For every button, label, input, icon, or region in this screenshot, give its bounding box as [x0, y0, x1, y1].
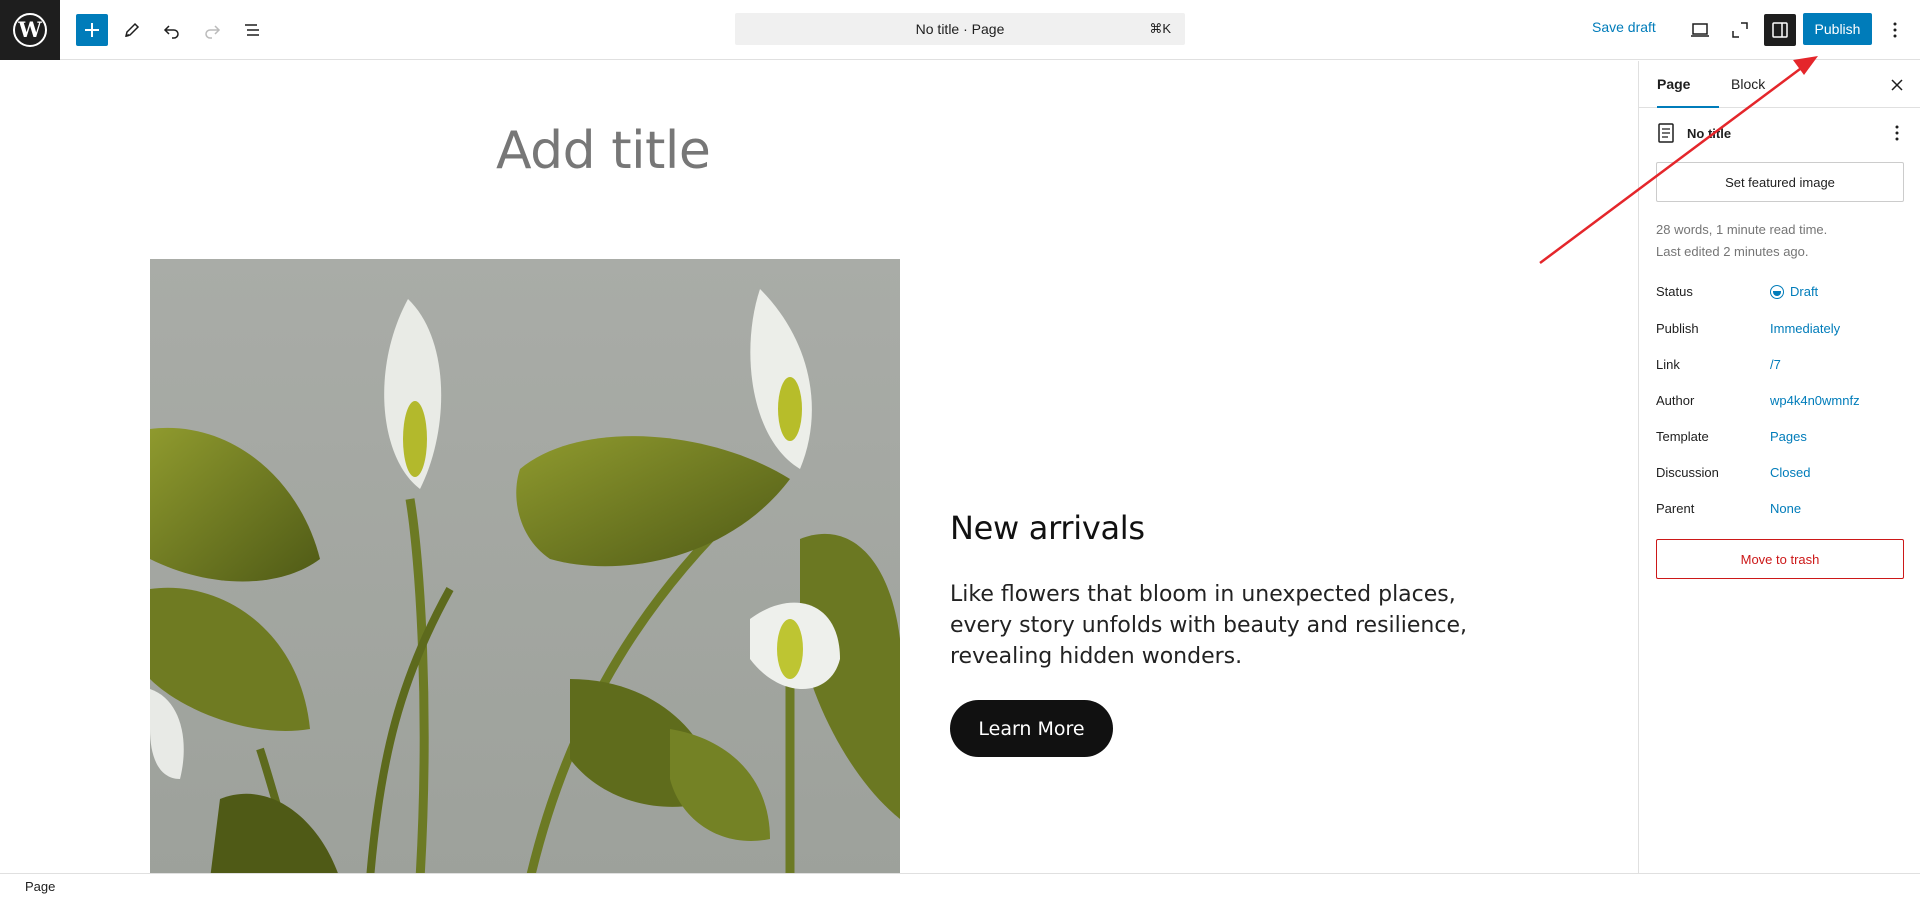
parent-value[interactable]: None [1770, 501, 1801, 516]
publish-button[interactable]: Publish [1803, 13, 1872, 45]
undo-button[interactable] [156, 14, 188, 46]
add-block-button[interactable] [76, 14, 108, 46]
page-icon [1658, 123, 1674, 143]
fullscreen-icon[interactable] [1724, 14, 1756, 46]
document-meta: 28 words, 1 minute read time. Last edite… [1656, 219, 1827, 263]
sidebar-doc-title: No title [1687, 125, 1732, 141]
discussion-label: Discussion [1656, 465, 1719, 480]
last-edited: Last edited 2 minutes ago. [1656, 244, 1809, 259]
parent-label: Parent [1656, 501, 1695, 516]
hero-image[interactable] [150, 259, 900, 873]
document-title: No title · Page [915, 21, 1005, 37]
learn-more-button[interactable]: Learn More [950, 700, 1113, 757]
author-value[interactable]: wp4k4n0wmnfz [1770, 393, 1860, 408]
status-label: Status [1656, 284, 1693, 299]
breadcrumb[interactable]: Page [25, 879, 55, 894]
editor-canvas: Add title New arrivals Like flowers that… [0, 61, 1638, 873]
move-to-trash-button[interactable]: Move to trash [1656, 539, 1904, 579]
tab-block[interactable]: Block [1719, 61, 1779, 108]
edit-tools-button[interactable] [116, 14, 148, 46]
link-label: Link [1656, 357, 1680, 372]
discussion-value[interactable]: Closed [1770, 465, 1810, 480]
settings-sidebar-toggle[interactable] [1764, 14, 1796, 46]
parent-row: Parent None [1656, 499, 1906, 519]
sidebar-tabs: Page Block [1639, 61, 1920, 108]
settings-sidebar: Page Block No title Set featured image 2… [1638, 61, 1920, 873]
draft-status-icon [1770, 284, 1784, 299]
publish-row: Publish Immediately [1656, 319, 1906, 339]
editor-header: W No title · Page ⌘K Save draft Publish [0, 0, 1920, 60]
hero-heading[interactable]: New arrivals [950, 509, 1145, 547]
hero-paragraph[interactable]: Like flowers that bloom in unexpected pl… [950, 579, 1470, 672]
discussion-row: Discussion Closed [1656, 463, 1906, 483]
publish-label: Publish [1656, 321, 1699, 336]
word-count: 28 words, 1 minute read time. [1656, 222, 1828, 237]
link-value[interactable]: /7 [1770, 357, 1781, 372]
status-value[interactable]: Draft [1770, 284, 1818, 299]
publish-value[interactable]: Immediately [1770, 321, 1840, 336]
document-options-icon[interactable] [1885, 121, 1909, 145]
save-draft-button[interactable]: Save draft [1592, 19, 1656, 35]
list-view-button[interactable] [236, 14, 268, 46]
tab-page[interactable]: Page [1657, 61, 1719, 108]
device-preview-button[interactable] [1684, 14, 1716, 46]
shortcut-hint: ⌘K [1149, 21, 1171, 36]
template-row: Template Pages [1656, 427, 1906, 447]
title-placeholder[interactable]: Add title [496, 121, 711, 181]
link-row: Link /7 [1656, 355, 1906, 375]
set-featured-image-button[interactable]: Set featured image [1656, 162, 1904, 202]
command-palette-bar[interactable]: No title · Page ⌘K [735, 13, 1185, 45]
wordpress-logo-icon[interactable]: W [0, 0, 60, 60]
template-label: Template [1656, 429, 1709, 444]
close-icon[interactable] [1885, 73, 1909, 97]
status-value-text: Draft [1790, 284, 1819, 299]
document-summary: No title [1657, 121, 1907, 145]
status-row: Status Draft [1656, 282, 1906, 302]
template-value[interactable]: Pages [1770, 429, 1807, 444]
author-label: Author [1656, 393, 1695, 408]
author-row: Author wp4k4n0wmnfz [1656, 391, 1906, 411]
svg-text:W: W [17, 17, 42, 42]
redo-button[interactable] [196, 14, 228, 46]
editor-footer: Page [0, 873, 1920, 898]
more-options-icon[interactable] [1880, 14, 1910, 46]
